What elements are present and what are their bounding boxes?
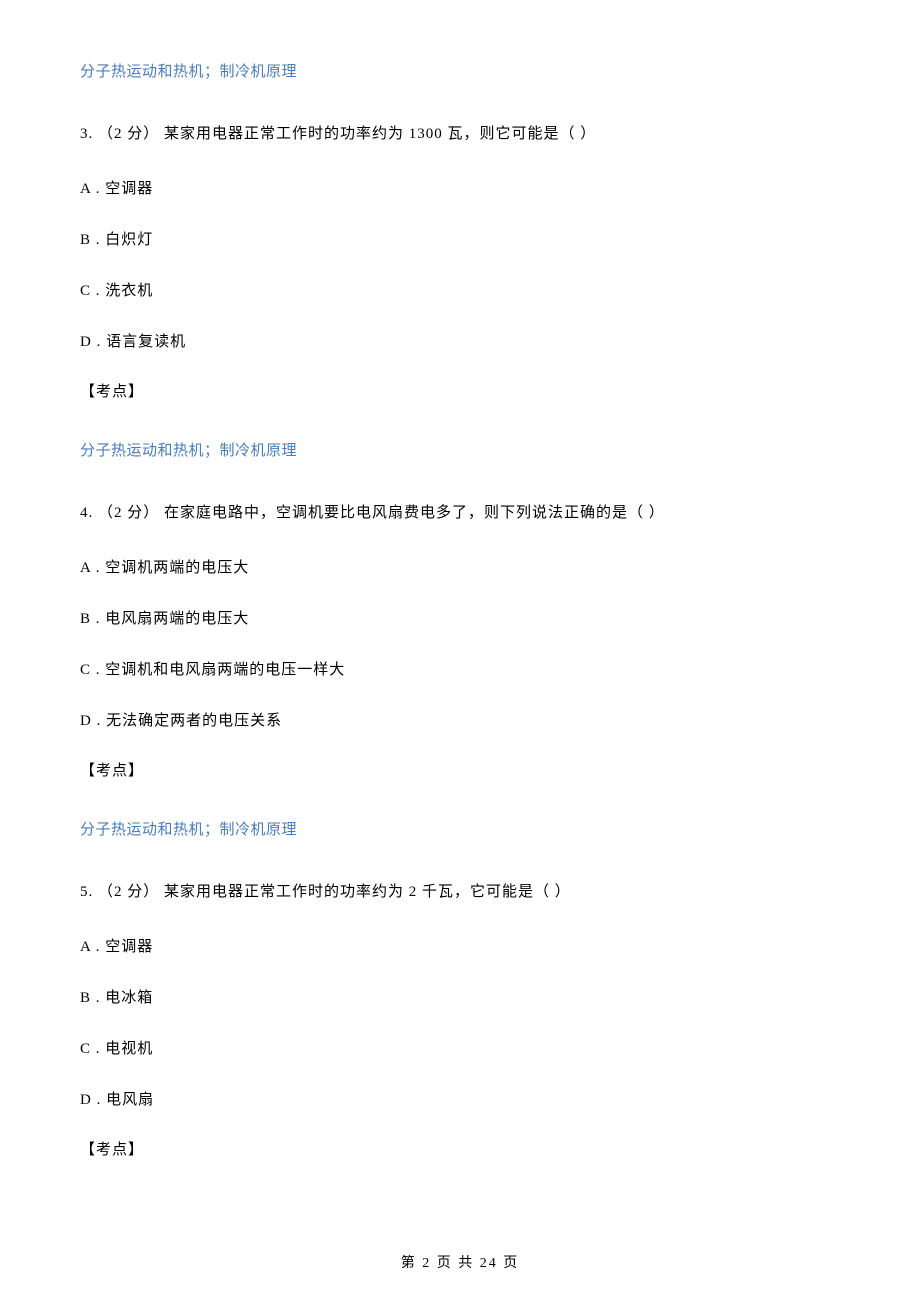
topic-link-1: 分子热运动和热机；制冷机原理: [80, 60, 840, 81]
question-3-option-b: B . 白炽灯: [80, 227, 840, 254]
question-4-option-c: C . 空调机和电风扇两端的电压一样大: [80, 657, 840, 684]
question-4-option-b: B . 电风扇两端的电压大: [80, 606, 840, 633]
question-5-option-a: A . 空调器: [80, 934, 840, 961]
question-4-text: 4. （2 分） 在家庭电路中，空调机要比电风扇费电多了，则下列说法正确的是（ …: [80, 500, 840, 527]
question-3-kaodian: 【考点】: [80, 380, 840, 401]
question-4-block: 4. （2 分） 在家庭电路中，空调机要比电风扇费电多了，则下列说法正确的是（ …: [80, 500, 840, 780]
question-3-text: 3. （2 分） 某家用电器正常工作时的功率约为 1300 瓦，则它可能是（ ）: [80, 121, 840, 148]
question-4-kaodian: 【考点】: [80, 759, 840, 780]
question-3-option-c: C . 洗衣机: [80, 278, 840, 305]
question-5-option-c: C . 电视机: [80, 1036, 840, 1063]
question-5-kaodian: 【考点】: [80, 1138, 840, 1159]
page-footer: 第 2 页 共 24 页: [0, 1252, 920, 1272]
question-3-block: 3. （2 分） 某家用电器正常工作时的功率约为 1300 瓦，则它可能是（ ）…: [80, 121, 840, 401]
page-content: 分子热运动和热机；制冷机原理 3. （2 分） 某家用电器正常工作时的功率约为 …: [0, 0, 920, 1237]
question-3-option-d: D . 语言复读机: [80, 329, 840, 356]
question-5-option-b: B . 电冰箱: [80, 985, 840, 1012]
question-3-option-a: A . 空调器: [80, 176, 840, 203]
question-5-text: 5. （2 分） 某家用电器正常工作时的功率约为 2 千瓦，它可能是（ ）: [80, 879, 840, 906]
question-5-option-d: D . 电风扇: [80, 1087, 840, 1114]
question-5-block: 5. （2 分） 某家用电器正常工作时的功率约为 2 千瓦，它可能是（ ） A …: [80, 879, 840, 1159]
question-4-option-a: A . 空调机两端的电压大: [80, 555, 840, 582]
topic-link-2: 分子热运动和热机；制冷机原理: [80, 439, 840, 460]
question-4-option-d: D . 无法确定两者的电压关系: [80, 708, 840, 735]
topic-link-3: 分子热运动和热机；制冷机原理: [80, 818, 840, 839]
